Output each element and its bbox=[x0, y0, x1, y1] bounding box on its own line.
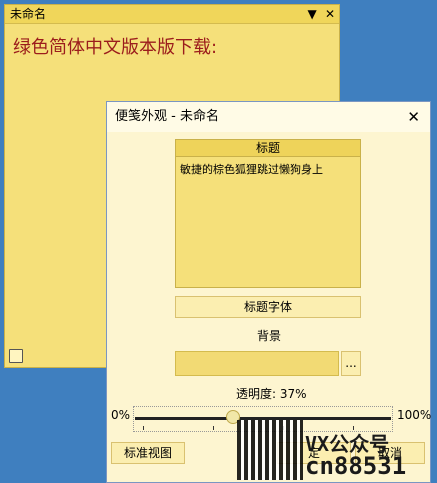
preview-header: 标题 bbox=[176, 140, 360, 157]
dropdown-icon[interactable]: ▼ bbox=[305, 5, 319, 23]
transparency-label: 透明度: 37% bbox=[236, 387, 307, 401]
slider-tick bbox=[143, 426, 144, 430]
note-resize-icon[interactable] bbox=[9, 349, 23, 363]
browse-color-button[interactable]: ... bbox=[341, 351, 361, 376]
background-color-swatch[interactable] bbox=[175, 351, 339, 376]
dialog-close-icon[interactable]: ✕ bbox=[407, 102, 420, 132]
qr-code-image bbox=[237, 420, 303, 480]
background-label: 背景 bbox=[257, 329, 282, 343]
dialog-title-bar[interactable]: 便笺外观 - 未命名 ✕ bbox=[107, 102, 430, 132]
note-content-text[interactable]: 绿色简体中文版本版下载: bbox=[13, 33, 217, 59]
slider-max-label: 100% bbox=[397, 408, 432, 422]
note-title-bar[interactable]: 未命名 ▼ ✕ bbox=[5, 5, 339, 24]
note-title: 未命名 bbox=[10, 7, 47, 21]
title-font-button[interactable]: 标题字体 bbox=[175, 296, 361, 318]
slider-min-label: 0% bbox=[111, 408, 131, 422]
slider-tick bbox=[213, 426, 214, 430]
close-icon[interactable]: ✕ bbox=[323, 5, 337, 23]
dialog-title: 便笺外观 - 未命名 bbox=[115, 109, 219, 124]
preview-text: 敏捷的棕色狐狸跳过懒狗身上 bbox=[180, 163, 323, 176]
watermark-line2: cn88531 bbox=[305, 452, 407, 480]
standard-view-button[interactable]: 标准视图 bbox=[111, 442, 185, 464]
note-preview: 标题 敏捷的棕色狐狸跳过懒狗身上 bbox=[175, 139, 361, 288]
